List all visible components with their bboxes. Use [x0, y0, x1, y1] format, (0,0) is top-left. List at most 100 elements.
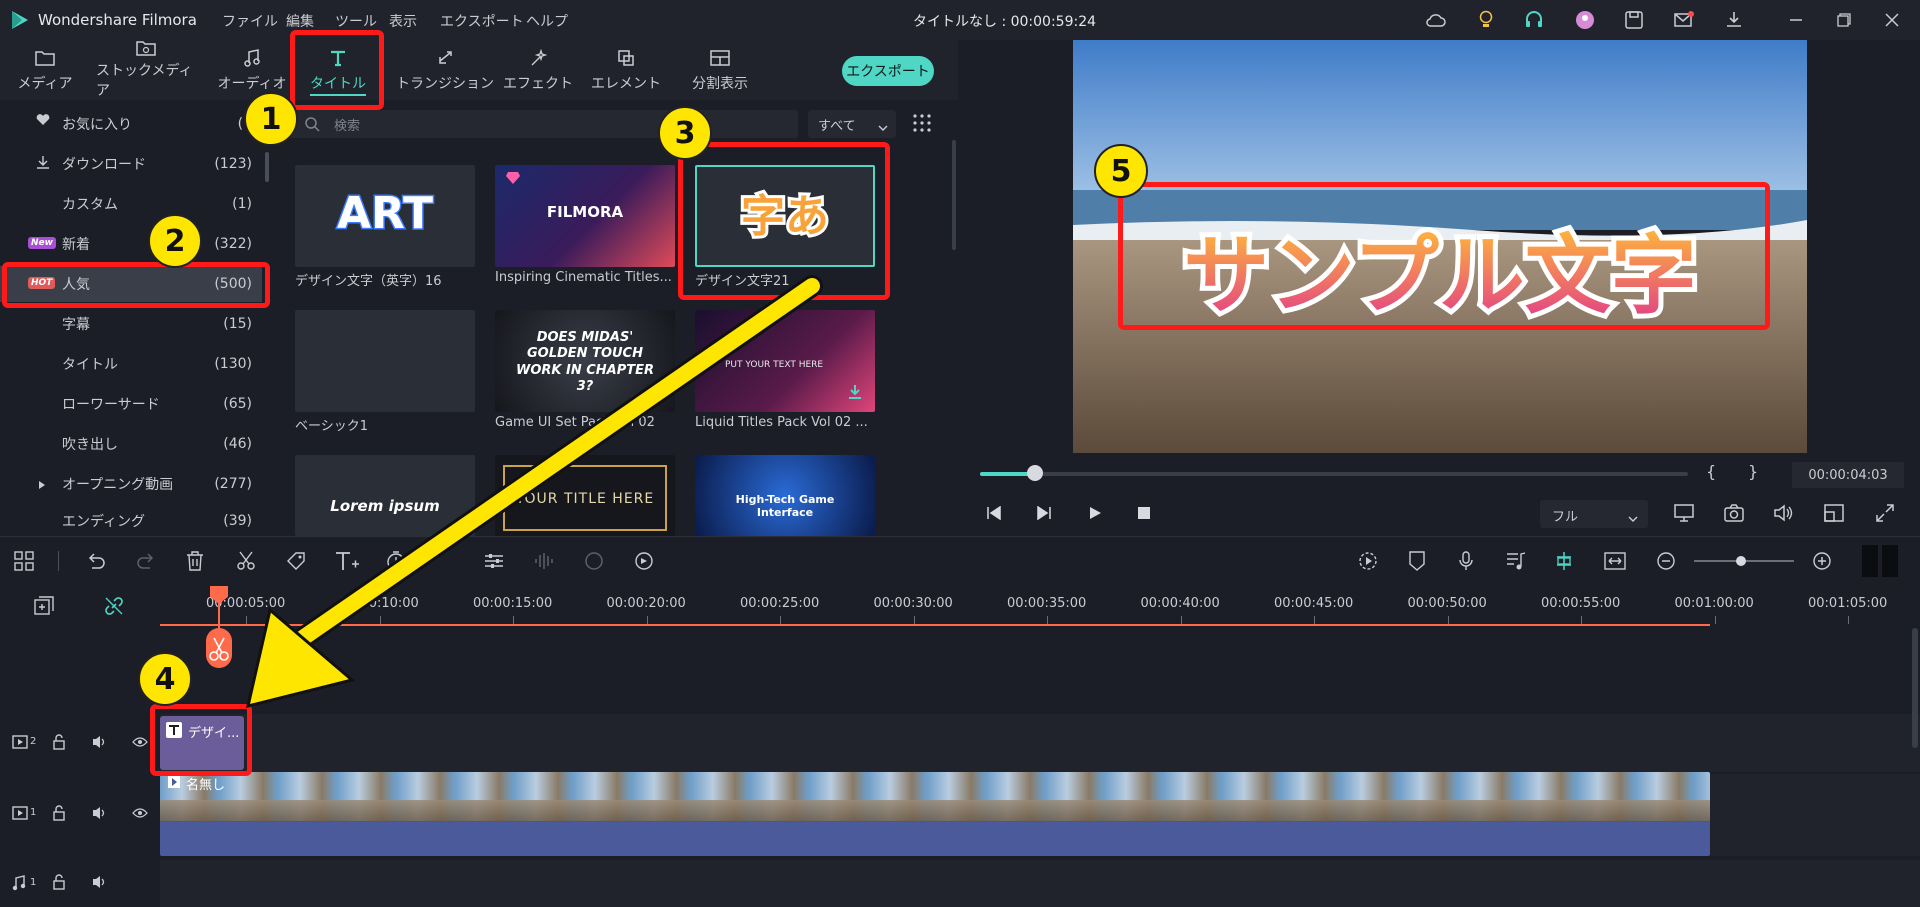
render-preview-icon[interactable]	[1358, 551, 1378, 575]
save-icon[interactable]	[1622, 8, 1646, 32]
eye-icon[interactable]	[132, 736, 148, 752]
voiceover-music-icon[interactable]	[1506, 551, 1526, 575]
timeline-scrollbar[interactable]	[1912, 628, 1918, 748]
sidebar-scrollbar[interactable]	[265, 152, 269, 182]
tab-audio[interactable]: オーディオ	[214, 40, 290, 100]
scissors-icon[interactable]	[236, 551, 256, 575]
mail-icon[interactable]	[1672, 8, 1696, 32]
layout-grid-icon[interactable]	[14, 551, 34, 575]
sidebar-item-openers[interactable]: オープニング動画 (277)	[0, 466, 262, 502]
library-scrollbar[interactable]	[952, 140, 956, 250]
sidebar-item-custom[interactable]: カスタム (1)	[0, 186, 262, 222]
split-scissors-icon[interactable]	[206, 628, 232, 668]
thumbnail-art-16[interactable]: ART	[295, 165, 475, 267]
thumbnail-game-ui[interactable]: DOES MIDAS' GOLDEN TOUCH WORK IN CHAPTER…	[495, 310, 675, 412]
avatar-icon[interactable]	[1573, 8, 1597, 32]
undo-icon[interactable]	[86, 552, 106, 574]
tag-icon[interactable]	[286, 551, 306, 575]
sidebar-item-endings[interactable]: エンディング (39)	[0, 506, 262, 536]
add-track-icon[interactable]	[34, 596, 54, 620]
zoom-out-icon[interactable]	[1656, 551, 1676, 575]
search-input[interactable]: 検索	[290, 110, 798, 138]
restore-icon[interactable]	[1832, 8, 1856, 32]
zoom-in-icon[interactable]	[1812, 551, 1832, 575]
thumbnail-inspiring-cinematic[interactable]: FILMORA	[495, 165, 675, 267]
tab-effects[interactable]: エフェクト	[500, 40, 576, 100]
tab-stock-media[interactable]: ストックメディア	[96, 40, 196, 100]
menu-tools[interactable]: ツール	[335, 11, 377, 31]
speaker-icon[interactable]	[92, 875, 108, 893]
prev-frame-icon[interactable]	[986, 505, 1002, 524]
audio-waveform-icon[interactable]	[534, 551, 554, 575]
marker-shield-icon[interactable]	[1408, 551, 1426, 575]
lock-icon[interactable]	[52, 874, 66, 894]
fullscreen-icon[interactable]	[1876, 504, 1894, 526]
sidebar-item-downloads[interactable]: ダウンロード (123)	[0, 146, 262, 182]
search-placeholder: 検索	[334, 119, 361, 134]
ai-split-icon[interactable]	[1554, 551, 1574, 575]
adjust-sliders-icon[interactable]	[484, 551, 504, 575]
menu-help[interactable]: ヘルプ	[526, 11, 568, 31]
minimize-icon[interactable]	[1784, 8, 1808, 32]
download-icon[interactable]	[1722, 8, 1746, 32]
zoom-slider-handle[interactable]	[1736, 556, 1746, 566]
thumbnail-lorem-ipsum[interactable]: Lorem ipsum	[295, 455, 475, 536]
ruler-tick-label: 00:00:35:00	[1007, 596, 1087, 611]
speed-timer-icon[interactable]	[386, 551, 406, 575]
cloud-icon[interactable]	[1424, 8, 1448, 32]
redo-icon[interactable]	[136, 552, 156, 574]
menu-file[interactable]: ファイル	[222, 11, 278, 31]
sidebar-item-titles[interactable]: タイトル (130)	[0, 346, 262, 382]
play-icon[interactable]	[1088, 506, 1102, 524]
mark-in-icon[interactable]: {	[1706, 462, 1716, 481]
menu-view[interactable]: 表示	[389, 11, 417, 31]
menu-export[interactable]: エクスポート	[440, 11, 524, 31]
headset-icon[interactable]	[1522, 8, 1546, 32]
bulb-icon[interactable]	[1474, 8, 1498, 32]
add-text-icon[interactable]	[334, 550, 360, 576]
auto-reframe-icon[interactable]	[634, 551, 654, 575]
tab-transitions[interactable]: トランジション	[390, 40, 500, 100]
quality-dropdown[interactable]: フル	[1540, 500, 1648, 528]
volume-icon[interactable]	[1774, 504, 1794, 526]
filter-dropdown[interactable]: すべて	[808, 110, 896, 138]
sidebar-item-new[interactable]: New 新着 (322)	[0, 226, 262, 262]
sidebar-item-callouts[interactable]: 吹き出し (46)	[0, 426, 262, 462]
timeline-ruler[interactable]: 00:00:05:00 00:00:10:00 00:00:15:00 00:00:2…	[160, 586, 1920, 628]
sidebar-item-favorites[interactable]: お気に入り (7	[0, 106, 262, 142]
menu-edit[interactable]: 編集	[286, 11, 314, 31]
color-match-icon[interactable]	[584, 551, 604, 575]
mark-out-icon[interactable]: }	[1748, 462, 1758, 481]
sidebar-item-subtitles[interactable]: 字幕 (15)	[0, 306, 262, 342]
close-icon[interactable]	[1880, 8, 1904, 32]
thumbnail-high-tech[interactable]: High-Tech Game Interface	[695, 455, 875, 536]
grid-view-icon[interactable]	[912, 113, 932, 137]
lock-icon[interactable]	[52, 734, 66, 754]
playback-progress-track[interactable]	[980, 472, 1688, 476]
fit-timeline-icon[interactable]	[1604, 551, 1626, 575]
track-row-video-2[interactable]	[160, 714, 1920, 772]
snapshot-camera-icon[interactable]	[1724, 504, 1744, 526]
link-icon[interactable]	[104, 596, 124, 620]
thumbnail-liquid-titles[interactable]: PUT YOUR TEXT HERE	[695, 310, 875, 412]
thumbnail-basic-1[interactable]	[295, 310, 475, 412]
thumbnail-your-title-here[interactable]: YOUR TITLE HERE	[495, 455, 675, 536]
tab-split-screen[interactable]: 分割表示	[680, 40, 760, 100]
video-clip[interactable]: 名無し	[160, 772, 1710, 856]
microphone-icon[interactable]	[1458, 551, 1474, 575]
stop-icon[interactable]	[1138, 507, 1150, 523]
delete-icon[interactable]	[186, 551, 204, 575]
speaker-icon[interactable]	[92, 735, 108, 753]
playback-scrubber-handle[interactable]	[1027, 465, 1043, 481]
sidebar-item-lower-thirds[interactable]: ローワーサード (65)	[0, 386, 262, 422]
next-frame-icon[interactable]	[1036, 505, 1052, 524]
export-button[interactable]: エクスポート	[842, 56, 934, 86]
track-row-audio-1[interactable]	[160, 860, 1920, 907]
tab-media[interactable]: メディア	[10, 40, 80, 100]
pip-icon[interactable]	[1824, 504, 1844, 526]
lock-icon[interactable]	[52, 805, 66, 825]
tab-elements[interactable]: エレメント	[588, 40, 664, 100]
speaker-icon[interactable]	[92, 806, 108, 824]
display-icon[interactable]	[1674, 504, 1694, 526]
eye-icon[interactable]	[132, 807, 148, 823]
